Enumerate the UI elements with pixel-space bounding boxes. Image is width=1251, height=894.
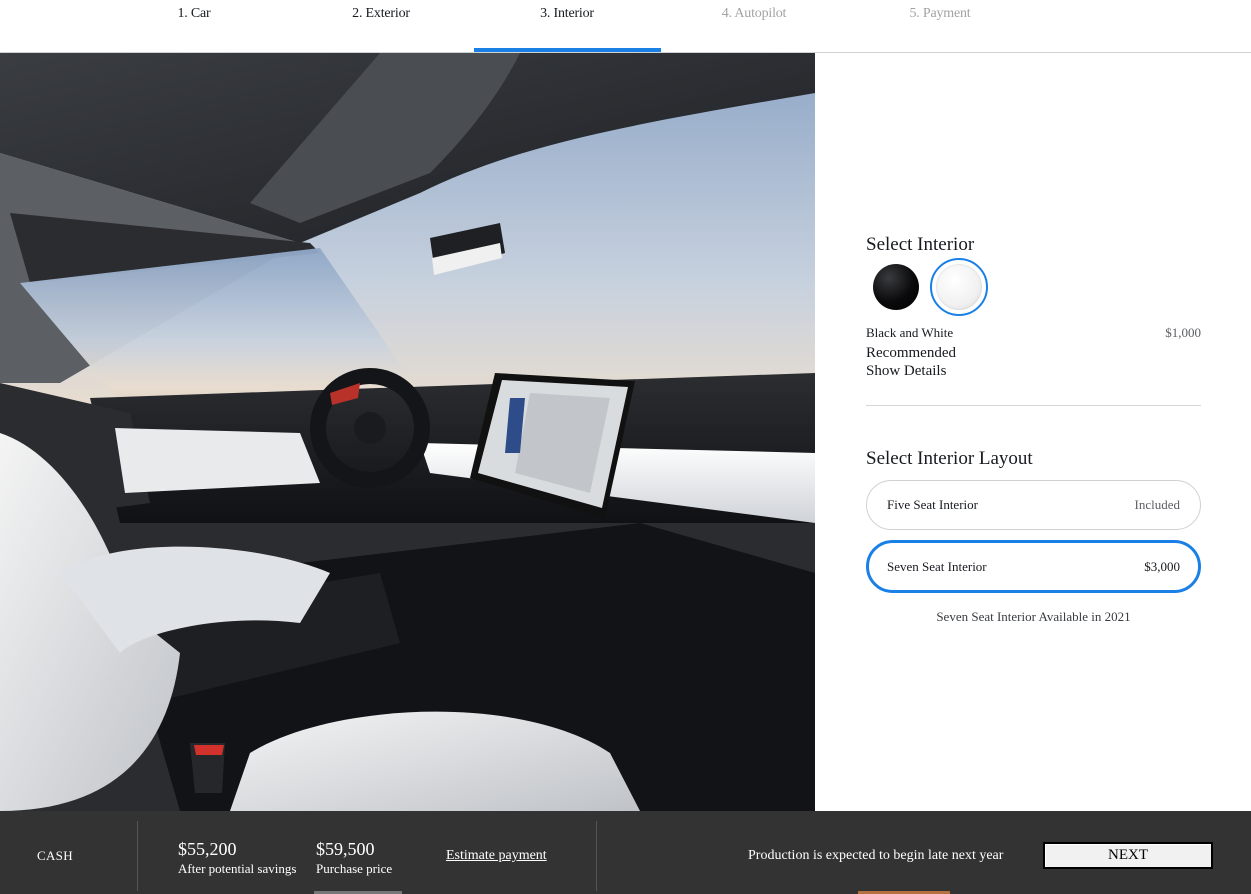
interior-name: Black and White: [866, 325, 954, 340]
recommended-label: Recommended: [866, 345, 956, 361]
five-seat-price: Included: [1134, 497, 1180, 512]
select-interior-title: Select Interior: [866, 234, 975, 255]
car-interior-illustration: [0, 53, 815, 811]
step-interior[interactable]: 3. Interior: [474, 6, 660, 22]
savings-label: After potential savings: [178, 861, 297, 876]
next-button[interactable]: NEXT: [1043, 842, 1213, 869]
step-autopilot[interactable]: 4. Autopilot: [661, 6, 847, 22]
footer-bar: CASH $55,200 After potential savings $59…: [0, 811, 1251, 894]
step-navigation: 1. Car 2. Exterior 3. Interior 4. Autopi…: [0, 0, 1251, 53]
black-interior-swatch[interactable]: [873, 264, 919, 310]
step-exterior[interactable]: 2. Exterior: [288, 6, 474, 22]
seven-seat-availability-note: Seven Seat Interior Available in 2021: [936, 609, 1131, 624]
black-and-white-interior-swatch[interactable]: [936, 264, 982, 310]
seven-seat-label: Seven Seat Interior: [887, 559, 987, 574]
seven-seat-option[interactable]: Seven Seat Interior $3,000: [866, 540, 1201, 593]
five-seat-option[interactable]: Five Seat Interior Included: [866, 480, 1201, 530]
active-step-indicator: [474, 48, 661, 52]
car-interior-photo: [0, 53, 815, 811]
estimate-payment-link[interactable]: Estimate payment: [446, 848, 547, 864]
production-note: Production is expected to begin late nex…: [748, 848, 1004, 863]
interior-price: $1,000: [1165, 325, 1201, 340]
savings-price: $55,200: [178, 839, 237, 859]
step-payment[interactable]: 5. Payment: [847, 6, 1033, 22]
section-divider: [866, 405, 1201, 406]
select-layout-title: Select Interior Layout: [866, 448, 1033, 469]
payment-type-cash[interactable]: CASH: [37, 848, 73, 864]
seven-seat-price: $3,000: [1144, 559, 1180, 574]
show-details-link[interactable]: Show Details: [866, 363, 946, 380]
footer-separator: [596, 821, 597, 891]
purchase-label: Purchase price: [316, 861, 393, 876]
step-car[interactable]: 1. Car: [101, 6, 287, 22]
footer-separator: [137, 821, 138, 891]
five-seat-label: Five Seat Interior: [887, 497, 978, 512]
purchase-price: $59,500: [316, 839, 375, 859]
